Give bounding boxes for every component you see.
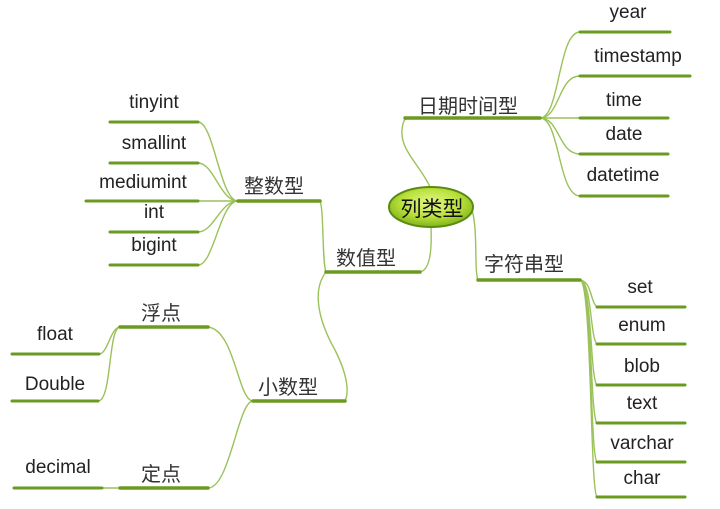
connector-numeric-decimal <box>317 271 348 402</box>
datetime-item-year[interactable]: year <box>582 2 674 24</box>
connector-datetime-item <box>539 117 581 155</box>
connector-integer-item <box>197 162 239 202</box>
connector-numeric-integer <box>319 200 327 273</box>
floating-item-float[interactable]: float <box>12 324 98 346</box>
datetime-item-datetime[interactable]: datetime <box>576 165 670 187</box>
connector-root-string <box>471 209 479 281</box>
connector-integer-item <box>197 121 239 202</box>
integer-item-mediumint[interactable]: mediumint <box>86 172 200 194</box>
connector-decimal-fixed <box>207 400 254 489</box>
connector-floating-float <box>98 326 121 355</box>
floating-point-label[interactable]: 浮点 <box>141 297 181 326</box>
floating-item-double[interactable]: Double <box>12 374 98 396</box>
decimal-type-label[interactable]: 小数型 <box>258 371 318 400</box>
fixed-point-label[interactable]: 定点 <box>141 458 181 487</box>
branch-string-label[interactable]: 字符串型 <box>484 248 564 277</box>
integer-item-int[interactable]: int <box>108 202 200 224</box>
fixed-item-decimal[interactable]: decimal <box>14 457 102 479</box>
string-item-text[interactable]: text <box>598 393 686 415</box>
datetime-item-time[interactable]: time <box>578 90 670 112</box>
string-item-set[interactable]: set <box>596 277 684 299</box>
integer-item-tinyint[interactable]: tinyint <box>108 92 200 114</box>
datetime-item-date[interactable]: date <box>578 124 670 146</box>
connector-root-numeric <box>419 226 432 273</box>
integer-item-bigint[interactable]: bigint <box>108 235 200 257</box>
string-item-char[interactable]: char <box>598 468 686 490</box>
connector-integer-item <box>197 200 239 266</box>
connector-integer-item <box>197 200 239 233</box>
connector-datetime-item <box>539 75 581 119</box>
string-item-blob[interactable]: blob <box>598 356 686 378</box>
branch-datetime-label[interactable]: 日期时间型 <box>418 90 518 119</box>
string-item-varchar[interactable]: varchar <box>598 433 686 455</box>
connector-decimal-floating <box>207 326 254 402</box>
datetime-item-timestamp[interactable]: timestamp <box>582 46 694 68</box>
connector-datetime-item <box>539 31 581 119</box>
branch-numeric-label[interactable]: 数值型 <box>336 242 396 271</box>
string-item-enum[interactable]: enum <box>598 315 686 337</box>
connector-floating-double <box>97 326 121 402</box>
connector-root-datetime <box>401 117 431 188</box>
root-node-label[interactable]: 列类型 <box>394 193 470 223</box>
integer-item-smallint[interactable]: smallint <box>108 133 200 155</box>
integer-type-label[interactable]: 整数型 <box>244 170 304 199</box>
connector-datetime-item <box>539 117 581 197</box>
